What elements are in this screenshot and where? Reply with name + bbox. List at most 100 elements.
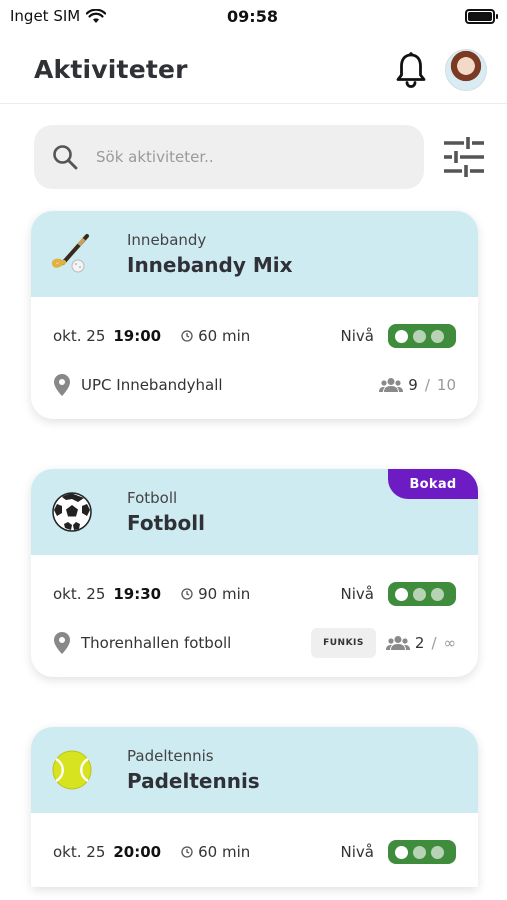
people-icon [385, 636, 410, 650]
card-header: Padeltennis Padeltennis [31, 727, 478, 813]
card-location-row: UPC Innebandyhall 9 / 10 [53, 365, 456, 405]
participants-count: 9 / 10 [379, 376, 456, 394]
card-schedule-row: okt. 25 20:00 60 min Nivå [53, 813, 456, 887]
participants-count: 2 / ∞ [385, 634, 457, 652]
card-location-row: Thorenhallen fotboll FUNKIS 2 / ∞ [53, 623, 456, 663]
location-name: Thorenhallen fotboll [81, 634, 232, 652]
activity-date: okt. 25 [53, 843, 106, 861]
location-pin-icon [54, 374, 70, 396]
schedule-info: okt. 25 20:00 60 min [53, 843, 250, 861]
participant-max: 10 [436, 376, 456, 394]
header-actions [395, 48, 487, 91]
card-titles: Fotboll Fotboll [127, 489, 205, 535]
activity-name: Innebandy Mix [127, 253, 293, 277]
activity-card[interactable]: Fotboll Fotboll Bokad okt. 25 19:30 90 m… [31, 469, 478, 677]
level-info: Nivå [341, 840, 456, 864]
level-dot [431, 587, 444, 601]
clock-icon [181, 846, 193, 858]
card-body: okt. 25 20:00 60 min Nivå [31, 813, 478, 887]
participant-separator: / [424, 376, 430, 394]
activity-date: okt. 25 [53, 585, 106, 603]
battery-fill [468, 11, 492, 21]
status-time: 09:58 [227, 6, 278, 26]
activity-category: Padeltennis [127, 747, 214, 765]
status-bar: Inget SIM 09:58 [0, 0, 507, 32]
card-body: okt. 25 19:00 60 min Nivå UPC Innebandyh… [31, 297, 478, 405]
level-dot [413, 845, 426, 859]
carrier-label: Inget SIM [10, 7, 81, 25]
card-header: Innebandy Innebandy Mix [31, 211, 478, 297]
search-icon [53, 145, 78, 170]
battery-icon [465, 8, 498, 24]
activity-category: Fotboll [127, 489, 178, 507]
status-left: Inget SIM [10, 7, 160, 25]
participant-separator: / [431, 634, 437, 652]
people-icon [379, 378, 404, 392]
level-dot [413, 587, 426, 601]
card-titles: Padeltennis Padeltennis [127, 747, 260, 793]
participants-info: 9 / 10 [379, 376, 456, 394]
participant-max: ∞ [443, 634, 457, 652]
activity-name: Padeltennis [127, 769, 260, 793]
duration-label: 90 min [198, 585, 251, 603]
level-label: Nivå [340, 585, 374, 603]
page-title: Aktiviteter [34, 55, 188, 84]
level-info: Nivå [341, 324, 456, 348]
activity-name: Fotboll [127, 511, 205, 535]
activity-date: okt. 25 [53, 327, 106, 345]
level-info: Nivå [341, 582, 456, 606]
card-titles: Innebandy Innebandy Mix [127, 231, 293, 277]
search-input[interactable] [96, 148, 386, 166]
booked-badge: Bokad [388, 469, 478, 499]
level-dot [431, 845, 444, 859]
participant-current: 2 [414, 634, 425, 652]
clock-icon [181, 330, 193, 342]
level-indicator [388, 582, 456, 606]
notification-bell-icon[interactable] [395, 51, 427, 89]
participant-current: 9 [408, 376, 418, 394]
card-header: Fotboll Fotboll Bokad [31, 469, 478, 555]
duration-label: 60 min [198, 327, 251, 345]
participants-info: FUNKIS 2 / ∞ [311, 628, 456, 658]
activity-duration: 90 min [181, 585, 250, 603]
activity-time: 19:00 [113, 327, 162, 345]
location-info: Thorenhallen fotboll [53, 631, 231, 655]
level-dot [395, 845, 408, 859]
wifi-icon [86, 8, 107, 23]
activity-time: 20:00 [113, 843, 162, 861]
location-info: UPC Innebandyhall [53, 373, 223, 397]
card-schedule-row: okt. 25 19:00 60 min Nivå [53, 297, 456, 375]
status-right [345, 8, 498, 24]
location-pin-icon [54, 632, 70, 654]
activity-card[interactable]: Padeltennis Padeltennis okt. 25 20:00 60… [31, 727, 478, 887]
user-avatar[interactable] [445, 48, 487, 91]
duration-label: 60 min [198, 843, 251, 861]
activity-category: Innebandy [127, 231, 207, 249]
activity-time: 19:30 [113, 585, 162, 603]
clock-icon [181, 588, 193, 600]
activity-tag: FUNKIS [311, 628, 376, 658]
level-label: Nivå [340, 327, 374, 345]
search-box[interactable] [34, 125, 424, 189]
location-name: UPC Innebandyhall [81, 376, 223, 394]
tennis-ball-icon [52, 750, 92, 790]
filter-sliders-icon[interactable] [442, 135, 486, 179]
soccer-ball-icon [52, 492, 92, 532]
level-indicator [388, 324, 456, 348]
level-dot [395, 587, 408, 601]
schedule-info: okt. 25 19:30 90 min [53, 585, 250, 603]
level-dot [431, 329, 444, 343]
card-schedule-row: okt. 25 19:30 90 min Nivå [53, 555, 456, 633]
card-body: okt. 25 19:30 90 min Nivå Thorenhallen f… [31, 555, 478, 663]
activity-duration: 60 min [181, 327, 250, 345]
search-row [34, 125, 486, 189]
level-indicator [388, 840, 456, 864]
floorball-stick-icon [51, 234, 89, 273]
app-header: Aktiviteter [0, 36, 507, 104]
activity-duration: 60 min [181, 843, 250, 861]
level-dot [413, 329, 426, 343]
level-label: Nivå [340, 843, 374, 861]
level-dot [395, 329, 408, 343]
activity-card[interactable]: Innebandy Innebandy Mix okt. 25 19:00 60… [31, 211, 478, 419]
schedule-info: okt. 25 19:00 60 min [53, 327, 250, 345]
